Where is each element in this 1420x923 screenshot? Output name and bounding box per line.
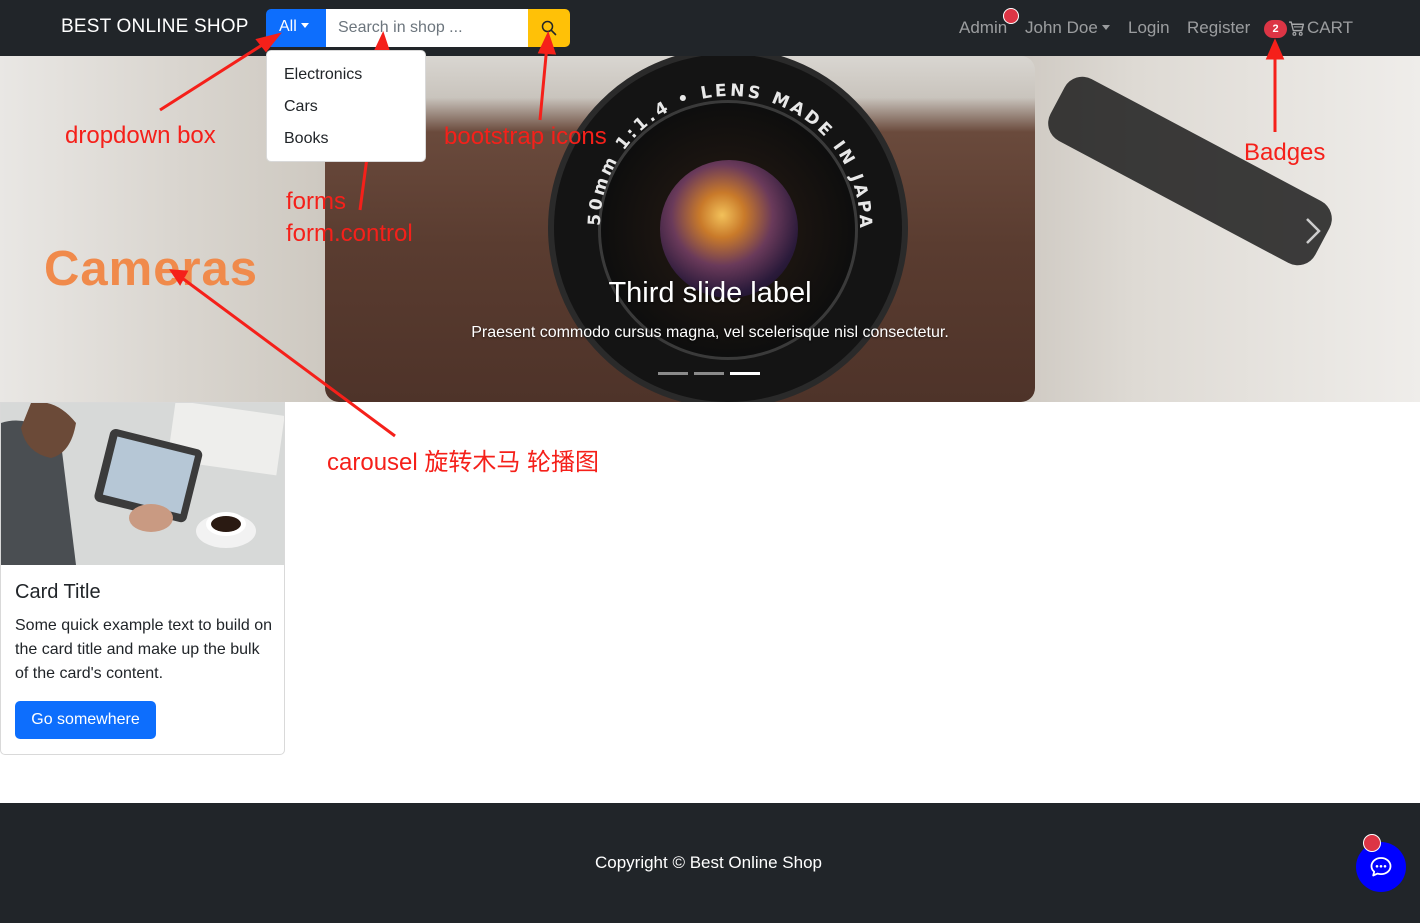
nav-register-link[interactable]: Register [1187, 18, 1250, 38]
nav-login-link[interactable]: Login [1128, 18, 1170, 38]
dropdown-item-books[interactable]: Books [267, 125, 425, 157]
navbar: BEST ONLINE SHOP All Admin John Doe Logi… [0, 0, 1420, 56]
go-somewhere-button[interactable]: Go somewhere [15, 701, 156, 739]
cart-badge: 2 [1264, 20, 1287, 38]
carousel-indicator-1[interactable] [658, 372, 688, 375]
chat-notification-dot [1363, 834, 1381, 852]
carousel: 50mm 1:1.4 • LENS MADE IN JAPAN SEARS AU… [0, 56, 1420, 402]
annotation-badges: Badges [1244, 139, 1326, 166]
user-name: John Doe [1025, 18, 1098, 37]
page: BEST ONLINE SHOP All Admin John Doe Logi… [0, 0, 1420, 923]
card-text: Some quick example text to build on the … [15, 617, 273, 682]
footer-copyright: Copyright © Best Online Shop [594, 853, 823, 872]
admin-notification-dot [1003, 8, 1019, 24]
carousel-indicator-2[interactable] [694, 372, 724, 375]
annotation-carousel: carousel 旋转木马 轮播图 [327, 449, 600, 476]
chevron-right-icon[interactable] [1302, 216, 1324, 246]
category-dropdown-button[interactable]: All [266, 9, 326, 47]
chat-button[interactable] [1356, 842, 1406, 892]
search-button[interactable] [528, 9, 570, 47]
annotation-icons: bootstrap icons [444, 123, 607, 150]
annotation-form-control: form.control [286, 220, 413, 247]
cart-icon[interactable] [1288, 20, 1305, 37]
dropdown-item-cars[interactable]: Cars [267, 93, 425, 125]
card-image [1, 403, 284, 565]
caret-down-icon [1101, 25, 1110, 31]
dropdown-item-electronics[interactable]: Electronics [267, 61, 425, 93]
category-dropdown-menu: Electronics Cars Books [266, 50, 426, 162]
brand-logo[interactable]: BEST ONLINE SHOP [61, 16, 249, 38]
category-label: All [279, 18, 297, 35]
product-card: Card Title Some quick example text to bu… [0, 402, 285, 755]
camera-photo-strap [1041, 69, 1339, 273]
card-title: Card Title [15, 581, 101, 603]
card-photo-graphic [1, 403, 284, 565]
nav-user-dropdown[interactable]: John Doe [1025, 18, 1110, 38]
nav-admin-link[interactable]: Admin [959, 18, 1007, 38]
annotation-forms: forms [286, 188, 346, 215]
caret-down-icon [300, 23, 309, 29]
search-icon [541, 20, 557, 36]
slide-caption-text: Praesent commodo cursus magna, vel scele… [471, 324, 949, 341]
cart-link[interactable]: CART [1307, 18, 1353, 38]
carousel-indicator-3[interactable] [730, 372, 760, 375]
lens-engraving-graphic: 50mm 1:1.4 • LENS MADE IN JAPAN SEARS AU… [555, 56, 872, 231]
annotation-dropdown: dropdown box [65, 122, 216, 149]
footer: Copyright © Best Online Shop [0, 803, 1420, 923]
search-input[interactable] [326, 9, 528, 47]
chat-icon [1370, 857, 1392, 877]
slide-caption-title: Third slide label [608, 277, 812, 309]
